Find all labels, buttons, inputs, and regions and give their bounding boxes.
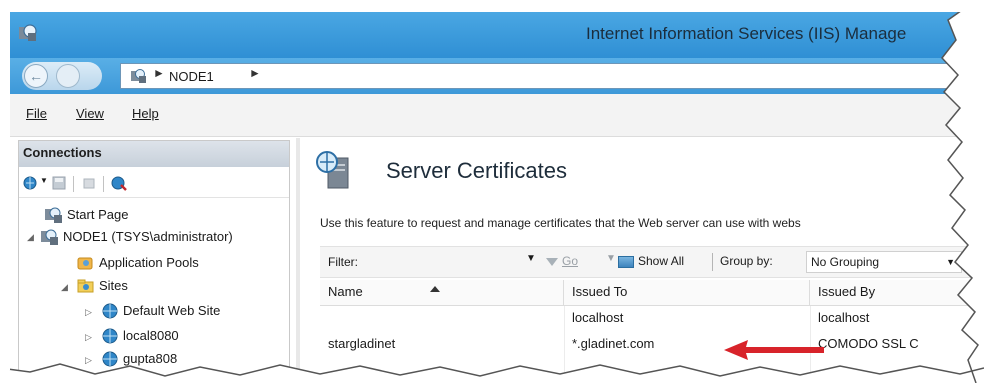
tree-item-label: NODE1 (TSYS\administrator) [63,229,233,244]
connections-pane: Connections ▼ Start Page ◢ NODE1 (TSYS\a… [18,140,290,383]
column-header-issued-to[interactable]: Issued To [564,280,810,306]
collapse-triangle-icon[interactable]: ◢ [27,232,34,243]
breadcrumb[interactable]: ► NODE1 ► [120,63,984,89]
iis-manager-window: Internet Information Services (IIS) Mana… [0,0,984,383]
app-pools-icon [77,257,93,270]
back-arrow-icon[interactable]: ← [24,64,48,88]
chevron-right-icon[interactable]: ► [249,66,261,80]
menu-file[interactable]: File [26,106,47,121]
server-certificates-icon [316,151,349,189]
column-header-label: Issued By [818,284,876,299]
sites-folder-icon [77,279,94,293]
tree-item-label: local8080 [123,328,179,343]
breadcrumb-node[interactable]: NODE1 [169,69,214,84]
certificates-table: Name Issued To Issued By localhost local… [320,280,984,383]
tree-item-label: Default Web Site [123,303,221,318]
expand-triangle-icon[interactable]: ▷ [85,307,92,318]
group-by-label: Group by: [720,254,773,268]
start-page-icon [45,207,62,223]
toolbar-separator [712,253,713,271]
filter-label: Filter: [328,255,358,269]
cell-name: stargladinet [328,336,396,351]
nav-buttons: ← [22,62,102,90]
table-row[interactable]: localhost localhost [320,306,984,332]
collapse-triangle-icon[interactable]: ◢ [61,282,68,293]
forward-arrow-icon[interactable] [56,64,80,88]
column-header-name[interactable]: Name [320,280,564,306]
title-bar: Internet Information Services (IIS) Mana… [10,12,984,58]
group-by-select[interactable]: No Grouping ▼ [806,251,962,273]
refresh-icon[interactable] [111,175,127,191]
address-bar: ← ► NODE1 ► [10,58,984,94]
cell-issued-by: COMODO SSL C [818,336,919,351]
show-all-icon [618,255,634,268]
chevron-right-icon[interactable]: ► [153,66,165,80]
expand-triangle-icon[interactable]: ▷ [85,332,92,343]
feature-description: Use this feature to request and manage c… [320,216,801,230]
annotation-arrow-icon [724,340,824,360]
go-button[interactable]: Go [546,254,578,268]
connect-globe-icon[interactable] [23,175,39,191]
page-title: Server Certificates [386,158,567,183]
server-icon [41,229,58,245]
disconnect-icon[interactable] [81,175,97,191]
server-certificates-pane: Server Certificates Use this feature to … [300,138,984,383]
show-all-label: Show All [638,254,685,268]
chevron-down-icon: ▼ [946,257,955,267]
tree-item-label: Start Page [67,207,129,222]
expand-triangle-icon[interactable]: ▷ [85,355,92,366]
save-icon[interactable] [51,175,67,191]
table-row[interactable]: stargladinet *.gladinet.com COMODO SSL C [320,332,984,358]
toolbar-divider [103,176,104,192]
connections-header: Connections [19,141,289,167]
filter-bar: Filter: ▼ Go ▼ Show All Group by: No Gro… [320,246,984,278]
go-button-label: Go [562,254,579,268]
menu-help-label: Help [132,106,159,121]
group-by-value: No Grouping [811,255,880,269]
filter-dropdown-icon[interactable]: ▼ [526,253,536,264]
cell-issued-to: *.gladinet.com [572,336,655,351]
tree-item-label: gupta808 [123,351,178,366]
column-header-label: Issued To [572,284,628,299]
funnel-icon [546,257,558,266]
globe-icon [102,303,118,319]
tree-item-label: Sites [99,278,128,293]
chevron-down-icon[interactable]: ▼ [40,176,48,185]
go-dropdown-icon[interactable]: ▼ [606,253,616,264]
menu-view-label: View [76,106,104,121]
iis-manager-icon [19,24,37,41]
globe-icon [102,328,118,344]
toolbar-divider [73,176,74,192]
server-icon [131,69,146,83]
menu-help[interactable]: Help [132,106,159,121]
column-header-label: Name [328,284,363,299]
column-header-issued-by[interactable]: Issued By [810,280,984,306]
connections-toolbar: ▼ [19,169,289,198]
menu-file-label: File [26,106,47,121]
cell-issued-by: localhost [818,310,870,325]
tree-item-label: Application Pools [99,255,199,270]
window-title: Internet Information Services (IIS) Mana… [586,24,907,43]
globe-icon [102,351,118,367]
show-all-button[interactable]: Show All [618,254,684,268]
cell-issued-to: localhost [572,310,624,325]
sort-ascending-icon [430,286,440,292]
menu-bar: File View Help [10,94,984,137]
menu-view[interactable]: View [76,106,104,121]
